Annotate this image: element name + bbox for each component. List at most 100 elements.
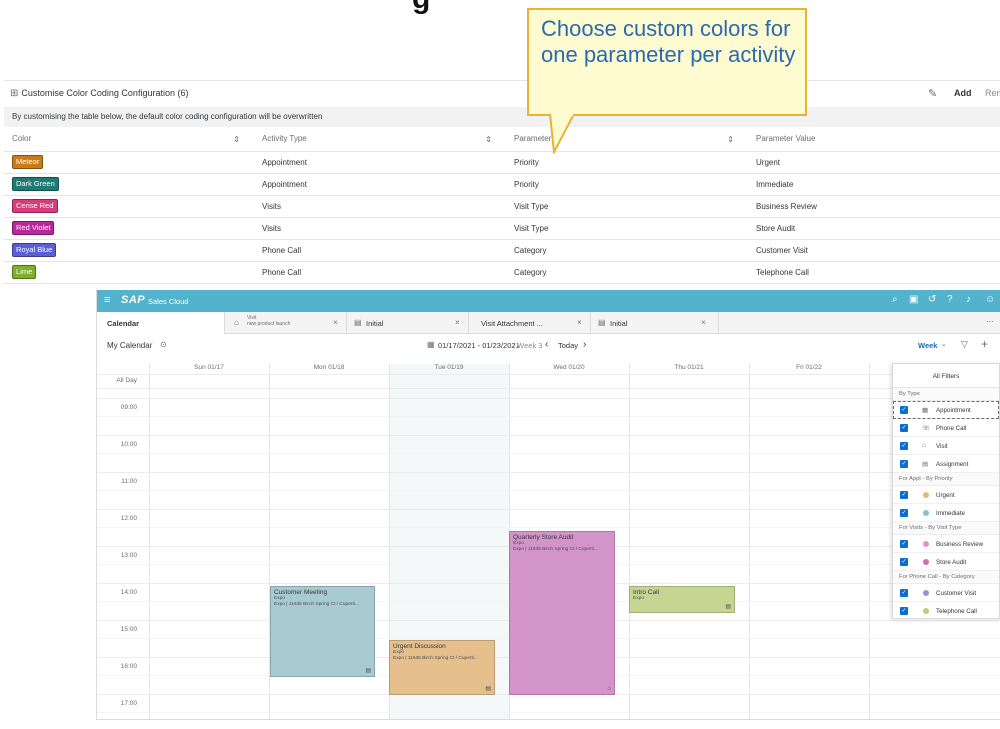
tab-initial-1[interactable]: ▤ Initial × (347, 312, 469, 334)
day-header[interactable]: Tue 01/19 (389, 364, 509, 373)
today-button[interactable]: Today (558, 341, 578, 350)
help-icon[interactable]: ? (947, 294, 953, 305)
color-chip[interactable]: Royal Blue (12, 243, 57, 257)
tab-visit[interactable]: ⌂ Visit new product launch × (225, 312, 347, 334)
filter-item-label: Visit (936, 443, 948, 450)
filter-icon[interactable]: ▽ (961, 339, 968, 350)
config-table-row[interactable]: Red Violet Visits Visit Type Store Audit (4, 217, 1000, 240)
config-table-row[interactable]: Lime Phone Call Category Telephone Call (4, 261, 1000, 284)
tab-calendar[interactable]: Calendar (97, 312, 225, 334)
grid-divider (97, 453, 1000, 454)
filter-item[interactable]: ✓ ⌂ Visit (893, 437, 999, 455)
config-table-row[interactable]: Dark Green Appointment Priority Immediate (4, 173, 1000, 196)
activity-cell: Phone Call (254, 261, 506, 284)
filter-item[interactable]: ✓ ☏ Phone Call (893, 419, 999, 437)
filter-item-label: Store Audit (936, 559, 967, 566)
col-header-color[interactable]: Color ⇕ (4, 127, 254, 152)
color-cell: Dark Green (4, 173, 254, 196)
col-header-value[interactable]: Parameter Value (748, 127, 1000, 152)
date-range[interactable]: 01/17/2021 - 01/23/2021 (438, 341, 520, 350)
color-cell: Meteor (4, 151, 254, 174)
filter-item[interactable]: ✓ ▤ Assignment (893, 455, 999, 473)
day-header[interactable]: Sun 01/17 (149, 364, 269, 373)
event-type-icon: ▤ (365, 668, 371, 674)
tab-visit-attachment[interactable]: Visit Attachment ... × (469, 312, 591, 334)
config-table-row[interactable]: Cerise Red Visits Visit Type Business Revie… (4, 195, 1000, 218)
checkbox-checked[interactable]: ✓ (900, 491, 908, 499)
close-icon[interactable]: × (577, 318, 582, 327)
color-chip[interactable]: Red Violet (12, 221, 55, 235)
calendar-icon: ▦ (922, 407, 929, 414)
document-icon: ▤ (598, 318, 606, 327)
color-dot-icon (923, 541, 929, 547)
sort-icon[interactable]: ⇕ (727, 135, 734, 144)
event-subtitle: Expo (633, 596, 644, 601)
menu-icon[interactable]: ≡ (104, 294, 110, 306)
sort-icon[interactable]: ⇕ (233, 135, 240, 144)
grid-divider (97, 712, 1000, 713)
checkbox-checked[interactable]: ✓ (900, 589, 908, 597)
visit-icon: ⌂ (234, 318, 239, 327)
chat-icon[interactable]: ▣ (909, 294, 918, 305)
event-title: Intro Call (633, 589, 660, 596)
previous-week-button[interactable]: ‹ (545, 339, 548, 350)
checkbox-checked[interactable]: ✓ (900, 607, 908, 615)
search-icon[interactable]: ⌕ (892, 294, 898, 305)
filter-item[interactable]: ✓ Business Review (893, 535, 999, 553)
checkbox-checked[interactable]: ✓ (900, 442, 908, 450)
day-header[interactable]: Thu 01/21 (629, 364, 749, 373)
close-icon[interactable]: × (701, 318, 706, 327)
filter-item[interactable]: ✓ Customer Visit (893, 584, 999, 602)
remove-button[interactable]: Rem (985, 88, 1000, 98)
config-table-row[interactable]: Meteor Appointment Priority Urgent (4, 151, 1000, 174)
color-chip[interactable]: Lime (12, 265, 37, 279)
checkbox-checked[interactable]: ✓ (900, 406, 908, 414)
parameter-cell: Priority (506, 151, 748, 174)
chevron-down-icon[interactable]: ⌄ (941, 340, 947, 348)
calendar-settings-icon[interactable]: ⊙ (160, 340, 167, 349)
add-icon[interactable]: + (981, 337, 988, 351)
next-week-button[interactable]: › (583, 339, 586, 350)
close-icon[interactable]: × (455, 318, 460, 327)
filter-item[interactable]: ✓ ▦ Appointment (893, 401, 999, 419)
notification-icon[interactable]: ♪ (966, 294, 971, 305)
filter-item[interactable]: ✓ Store Audit (893, 553, 999, 571)
filter-item[interactable]: ✓ Telephone Call (893, 602, 999, 620)
history-icon[interactable]: ↺ (928, 294, 936, 305)
tab-initial-2[interactable]: ▤ Initial × (591, 312, 719, 334)
user-icon[interactable]: ☺ (985, 294, 995, 305)
view-select[interactable]: Week (918, 341, 937, 350)
config-table-row[interactable]: Royal Blue Phone Call Category Customer Vis… (4, 239, 1000, 262)
color-chip[interactable]: Cerise Red (12, 199, 58, 213)
calendar-event[interactable]: Quarterly Store Audit Expo Expo | 11635 … (509, 531, 615, 695)
checkbox-checked[interactable]: ✓ (900, 509, 908, 517)
parameter-cell: Visit Type (506, 217, 748, 240)
grid-divider (97, 472, 1000, 473)
checkbox-checked[interactable]: ✓ (900, 558, 908, 566)
calendar-event[interactable]: Customer Meeting Expo Expo | 11635 Birch… (270, 586, 375, 677)
color-chip[interactable]: Dark Green (12, 177, 59, 191)
filter-item[interactable]: ✓ Immediate (893, 504, 999, 522)
date-picker-icon[interactable]: ▦ (427, 340, 435, 349)
sort-icon[interactable]: ⇕ (485, 135, 492, 144)
filter-item[interactable]: ✓ Urgent (893, 486, 999, 504)
all-day-label: All Day (116, 377, 137, 384)
overflow-icon[interactable]: ⋯ (986, 317, 994, 326)
time-label: 15:00 (120, 626, 137, 633)
edit-icon[interactable]: ✎ (928, 87, 937, 100)
color-chip[interactable]: Meteor (12, 155, 44, 169)
checkbox-checked[interactable]: ✓ (900, 424, 908, 432)
add-button[interactable]: Add (954, 88, 972, 98)
calendar-event[interactable]: Intro Call Expo ▤ (629, 586, 735, 613)
col-header-activity[interactable]: Activity Type ⇕ (254, 127, 506, 152)
checkbox-checked[interactable]: ✓ (900, 460, 908, 468)
time-label: 11:00 (121, 478, 137, 485)
callout-text: Choose custom colors for one parameter p… (541, 16, 796, 67)
calendar-event[interactable]: Urgent Discussion Expo Expo | 11635 Birc… (389, 640, 495, 695)
close-icon[interactable]: × (333, 318, 338, 327)
day-header[interactable]: Fri 01/22 (749, 364, 869, 373)
day-header[interactable]: Mon 01/18 (269, 364, 389, 373)
col-header-parameter[interactable]: Parameter ⇕ (506, 127, 748, 152)
checkbox-checked[interactable]: ✓ (900, 540, 908, 548)
day-header[interactable]: Wed 01/20 (509, 364, 629, 373)
